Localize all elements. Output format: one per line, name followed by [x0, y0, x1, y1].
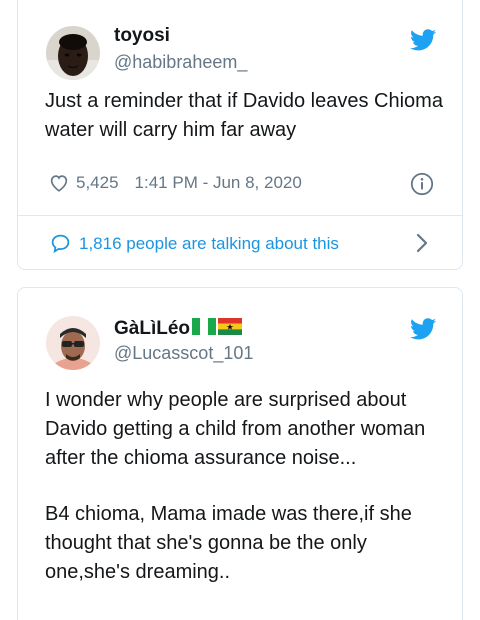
display-name-text[interactable]: GàLìLéo	[114, 318, 190, 339]
talking-about-link[interactable]: 1,816 people are talking about this	[18, 216, 462, 271]
avatar[interactable]	[46, 316, 100, 370]
user-handle[interactable]: @Lucasscot_101	[114, 343, 253, 364]
tweet-text: I wonder why people are surprised about …	[45, 386, 445, 587]
speech-bubble-icon	[51, 234, 70, 254]
display-name[interactable]: toyosi	[114, 25, 170, 47]
user-handle[interactable]: @habibraheem_	[114, 52, 247, 73]
twitter-bird-icon[interactable]	[410, 318, 436, 340]
chevron-right-icon[interactable]	[416, 233, 428, 253]
tweet-card[interactable]: GàLìLéo @Lucasscot_101 I wonder why peop…	[17, 287, 463, 620]
tweet-text: Just a reminder that if Davido leaves Ch…	[45, 87, 445, 145]
talking-about-text[interactable]: 1,816 people are talking about this	[79, 234, 339, 254]
tweet-paragraph: B4 chioma, Mama imade was there,if she t…	[45, 503, 412, 583]
ghana-flag-icon	[218, 318, 243, 336]
heart-icon[interactable]	[48, 172, 70, 194]
tweet-card[interactable]: toyosi @habibraheem_ Just a reminder tha…	[17, 0, 463, 270]
avatar[interactable]	[46, 26, 100, 80]
info-icon[interactable]	[410, 172, 434, 196]
nigeria-flag-icon	[192, 318, 217, 336]
tweet-meta: 5,425 1:41 PM - Jun 8, 2020	[48, 171, 302, 195]
timestamp[interactable]: 1:41 PM - Jun 8, 2020	[135, 173, 302, 193]
tweet-paragraph: Just a reminder that if Davido leaves Ch…	[45, 90, 443, 141]
display-name[interactable]: GàLìLéo	[114, 318, 243, 340]
twitter-bird-icon[interactable]	[410, 29, 436, 51]
tweet-paragraph: I wonder why people are surprised about …	[45, 389, 426, 469]
like-count[interactable]: 5,425	[76, 173, 119, 193]
